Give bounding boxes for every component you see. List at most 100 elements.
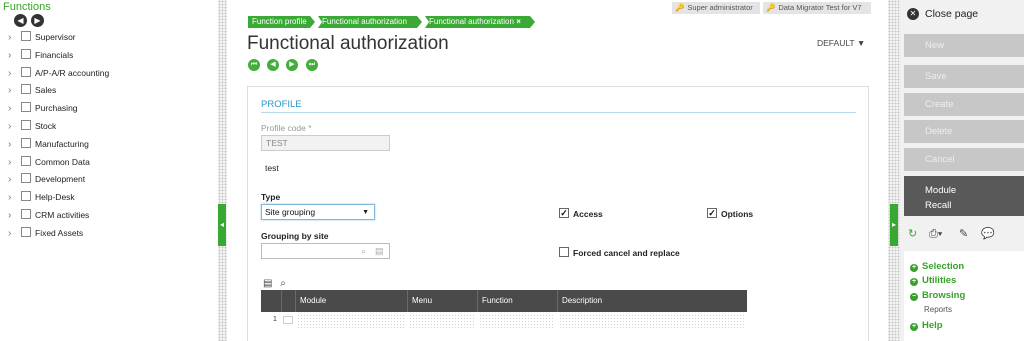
grouping-by-site-field[interactable]: ⌕ ▤ — [261, 243, 390, 259]
tree-checkbox[interactable] — [21, 137, 31, 148]
chevron-right-icon[interactable]: › — [8, 68, 11, 80]
tree-item-supervisor[interactable]: › Supervisor — [0, 30, 218, 48]
breadcrumb-function-profile[interactable]: Function profile — [248, 16, 315, 28]
view-selector[interactable]: DEFAULT ▼ — [817, 38, 865, 48]
endpoint-chip[interactable]: 🔑 Data Migrator Test for V7 — [763, 2, 871, 14]
right-splitter[interactable] — [888, 0, 900, 341]
breadcrumb-functional-authorization-current[interactable]: Functional authorization × — [425, 16, 535, 28]
last-record-icon[interactable]: ⏭ — [306, 59, 318, 71]
chevron-right-icon[interactable]: › — [8, 192, 11, 204]
plus-circle-icon: + — [910, 323, 918, 331]
chevron-right-icon[interactable]: › — [8, 50, 11, 62]
delete-button[interactable]: Delete — [904, 120, 1024, 143]
chevron-right-icon[interactable]: › — [8, 228, 11, 240]
reports-link[interactable]: Reports — [924, 305, 952, 314]
user-role-chip[interactable]: 🔑 Super administrator — [672, 2, 760, 14]
search-icon[interactable]: ⌕ — [361, 246, 366, 256]
utilities-link[interactable]: + Utilities — [910, 275, 956, 286]
tree-item-development[interactable]: › Development — [0, 172, 218, 190]
options-checkbox[interactable]: ✓ — [707, 208, 717, 218]
attachment-icon[interactable]: ✎ — [959, 227, 968, 241]
chevron-right-icon[interactable]: › — [8, 157, 11, 169]
tree-checkbox[interactable] — [21, 226, 31, 237]
tree-checkbox[interactable] — [21, 208, 31, 219]
selection-list-icon[interactable]: ▤ — [375, 246, 384, 256]
next-record-icon[interactable]: ▶ — [286, 59, 298, 71]
chevron-right-icon[interactable]: › — [8, 210, 11, 222]
chevron-right-icon[interactable]: › — [8, 85, 11, 97]
tree-item-financials[interactable]: › Financials — [0, 48, 218, 66]
tree-checkbox[interactable] — [21, 31, 31, 41]
tree-item-common-data[interactable]: › Common Data — [0, 155, 218, 173]
tree-checkbox[interactable] — [21, 191, 31, 202]
table-row[interactable]: 1 — [261, 312, 747, 330]
collapse-left-panel-handle[interactable]: ◂ — [218, 204, 226, 246]
tree-checkbox[interactable] — [21, 119, 31, 130]
first-record-icon[interactable]: ⏮ — [248, 59, 260, 71]
key-icon: 🔑 — [675, 3, 685, 12]
tree-checkbox[interactable] — [21, 84, 31, 95]
tree-item-label: Development — [35, 174, 86, 185]
print-icon[interactable]: ⎙▾ — [929, 227, 942, 241]
cell-function[interactable] — [479, 314, 555, 328]
tree-checkbox[interactable] — [21, 102, 31, 113]
browsing-link[interactable]: − Browsing — [910, 290, 965, 301]
tree-item-ap-ar-accounting[interactable]: › A/P-A/R accounting — [0, 66, 218, 84]
tree-checkbox[interactable] — [21, 66, 31, 77]
create-button[interactable]: Create — [904, 93, 1024, 116]
type-select[interactable]: Site grouping ▼ — [261, 204, 375, 220]
section-divider — [261, 112, 856, 113]
authorization-grid: Module Menu Function Description 1 — [261, 290, 747, 330]
close-page-button[interactable]: Close page — [925, 8, 978, 20]
module-recall-button[interactable]: Module Recall — [904, 176, 1024, 216]
refresh-icon[interactable]: ↻ — [908, 227, 917, 241]
chevron-right-circle-icon[interactable]: ▶ — [31, 14, 44, 27]
tree-item-fixed-assets[interactable]: › Fixed Assets — [0, 226, 218, 244]
profile-code-label-text: Profile code — [261, 123, 306, 133]
chevron-right-icon[interactable]: › — [8, 139, 11, 151]
chevron-right-icon[interactable]: › — [8, 32, 11, 44]
close-icon[interactable]: ✕ — [907, 8, 919, 20]
profile-code-field[interactable]: TEST — [261, 135, 390, 151]
tree-checkbox[interactable] — [21, 173, 31, 184]
tree-item-crm-activities[interactable]: › CRM activities — [0, 208, 218, 226]
breadcrumb-functional-authorization[interactable]: Functional authorization — [318, 16, 422, 28]
left-splitter[interactable] — [218, 0, 227, 341]
cell-module[interactable] — [297, 314, 405, 328]
row-detail-icon[interactable] — [283, 316, 293, 324]
cell-description[interactable] — [559, 314, 745, 328]
help-link[interactable]: + Help — [910, 320, 943, 331]
tree-item-purchasing[interactable]: › Purchasing — [0, 101, 218, 119]
search-icon[interactable]: ⌕ — [280, 278, 286, 289]
grid-col-module[interactable]: Module — [295, 290, 407, 312]
grid-col-function[interactable]: Function — [477, 290, 557, 312]
type-select-value: Site grouping — [265, 207, 316, 217]
recall-label: Recall — [925, 200, 952, 211]
tree-checkbox[interactable] — [21, 155, 31, 166]
tree-item-manufacturing[interactable]: › Manufacturing — [0, 137, 218, 155]
functions-tree-panel: Functions ◀ ▶ › Supervisor › Financials › A… — [0, 0, 218, 341]
cell-menu[interactable] — [409, 314, 475, 328]
new-button[interactable]: New — [904, 34, 1024, 57]
tree-item-sales[interactable]: › Sales — [0, 83, 218, 101]
previous-record-icon[interactable]: ◀ — [267, 59, 279, 71]
chevron-right-icon[interactable]: › — [8, 121, 11, 133]
access-checkbox[interactable]: ✓ — [559, 208, 569, 218]
selection-link[interactable]: + Selection — [910, 261, 964, 272]
cancel-button[interactable]: Cancel — [904, 148, 1024, 171]
tree-item-help-desk[interactable]: › Help-Desk — [0, 190, 218, 208]
tree-item-stock[interactable]: › Stock — [0, 119, 218, 137]
grid-col-menu[interactable]: Menu — [407, 290, 477, 312]
tree-checkbox[interactable] — [21, 48, 31, 59]
collapse-right-panel-handle[interactable]: ▸ — [890, 204, 898, 246]
grid-settings-icon[interactable]: ▤ — [263, 278, 272, 289]
comment-icon[interactable]: 💬 — [981, 227, 995, 241]
close-icon[interactable]: × — [516, 17, 521, 26]
save-button[interactable]: Save — [904, 65, 1024, 88]
grid-col-description[interactable]: Description — [557, 290, 747, 312]
forced-cancel-checkbox[interactable] — [559, 247, 569, 257]
chevron-right-icon[interactable]: › — [8, 103, 11, 115]
minus-circle-icon: − — [910, 293, 918, 301]
chevron-right-icon[interactable]: › — [8, 174, 11, 186]
chevron-left-circle-icon[interactable]: ◀ — [14, 14, 27, 27]
